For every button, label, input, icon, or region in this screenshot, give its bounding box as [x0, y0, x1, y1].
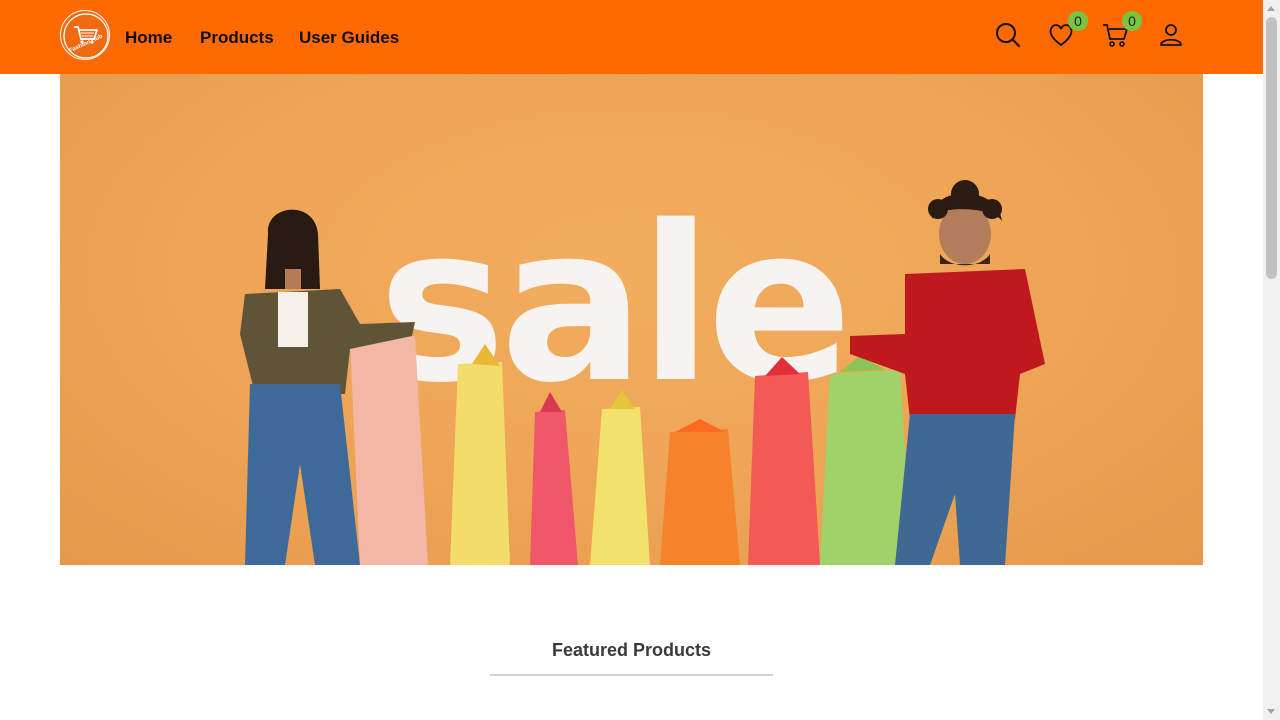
user-icon: [1160, 24, 1182, 46]
sale-banner-image: sale: [240, 179, 1045, 565]
page-scrollbar[interactable]: [1263, 0, 1280, 720]
site-logo[interactable]: Fashion Hub: [60, 10, 110, 60]
sale-banner[interactable]: sale: [60, 74, 1203, 565]
account-button[interactable]: [1156, 20, 1186, 50]
scroll-down-arrow[interactable]: [1267, 709, 1275, 714]
search-icon: [996, 23, 1021, 48]
section-divider: [490, 674, 773, 676]
search-button[interactable]: [993, 20, 1023, 50]
wishlist-count-badge: 0: [1068, 11, 1088, 31]
nav-link-home[interactable]: Home: [125, 28, 172, 48]
scroll-up-arrow[interactable]: [1267, 6, 1275, 11]
cart-button[interactable]: 0: [1100, 11, 1142, 50]
scrollbar-thumb[interactable]: [1266, 17, 1277, 279]
cart-count-badge: 0: [1122, 11, 1142, 31]
wishlist-button[interactable]: 0: [1046, 11, 1088, 50]
nav-link-products[interactable]: Products: [200, 28, 274, 48]
nav-link-user-guides[interactable]: User Guides: [299, 28, 399, 48]
featured-products-title: Featured Products: [551, 640, 712, 660]
top-navbar: Fashion Hub Home Products User Guides 0 …: [0, 0, 1263, 74]
